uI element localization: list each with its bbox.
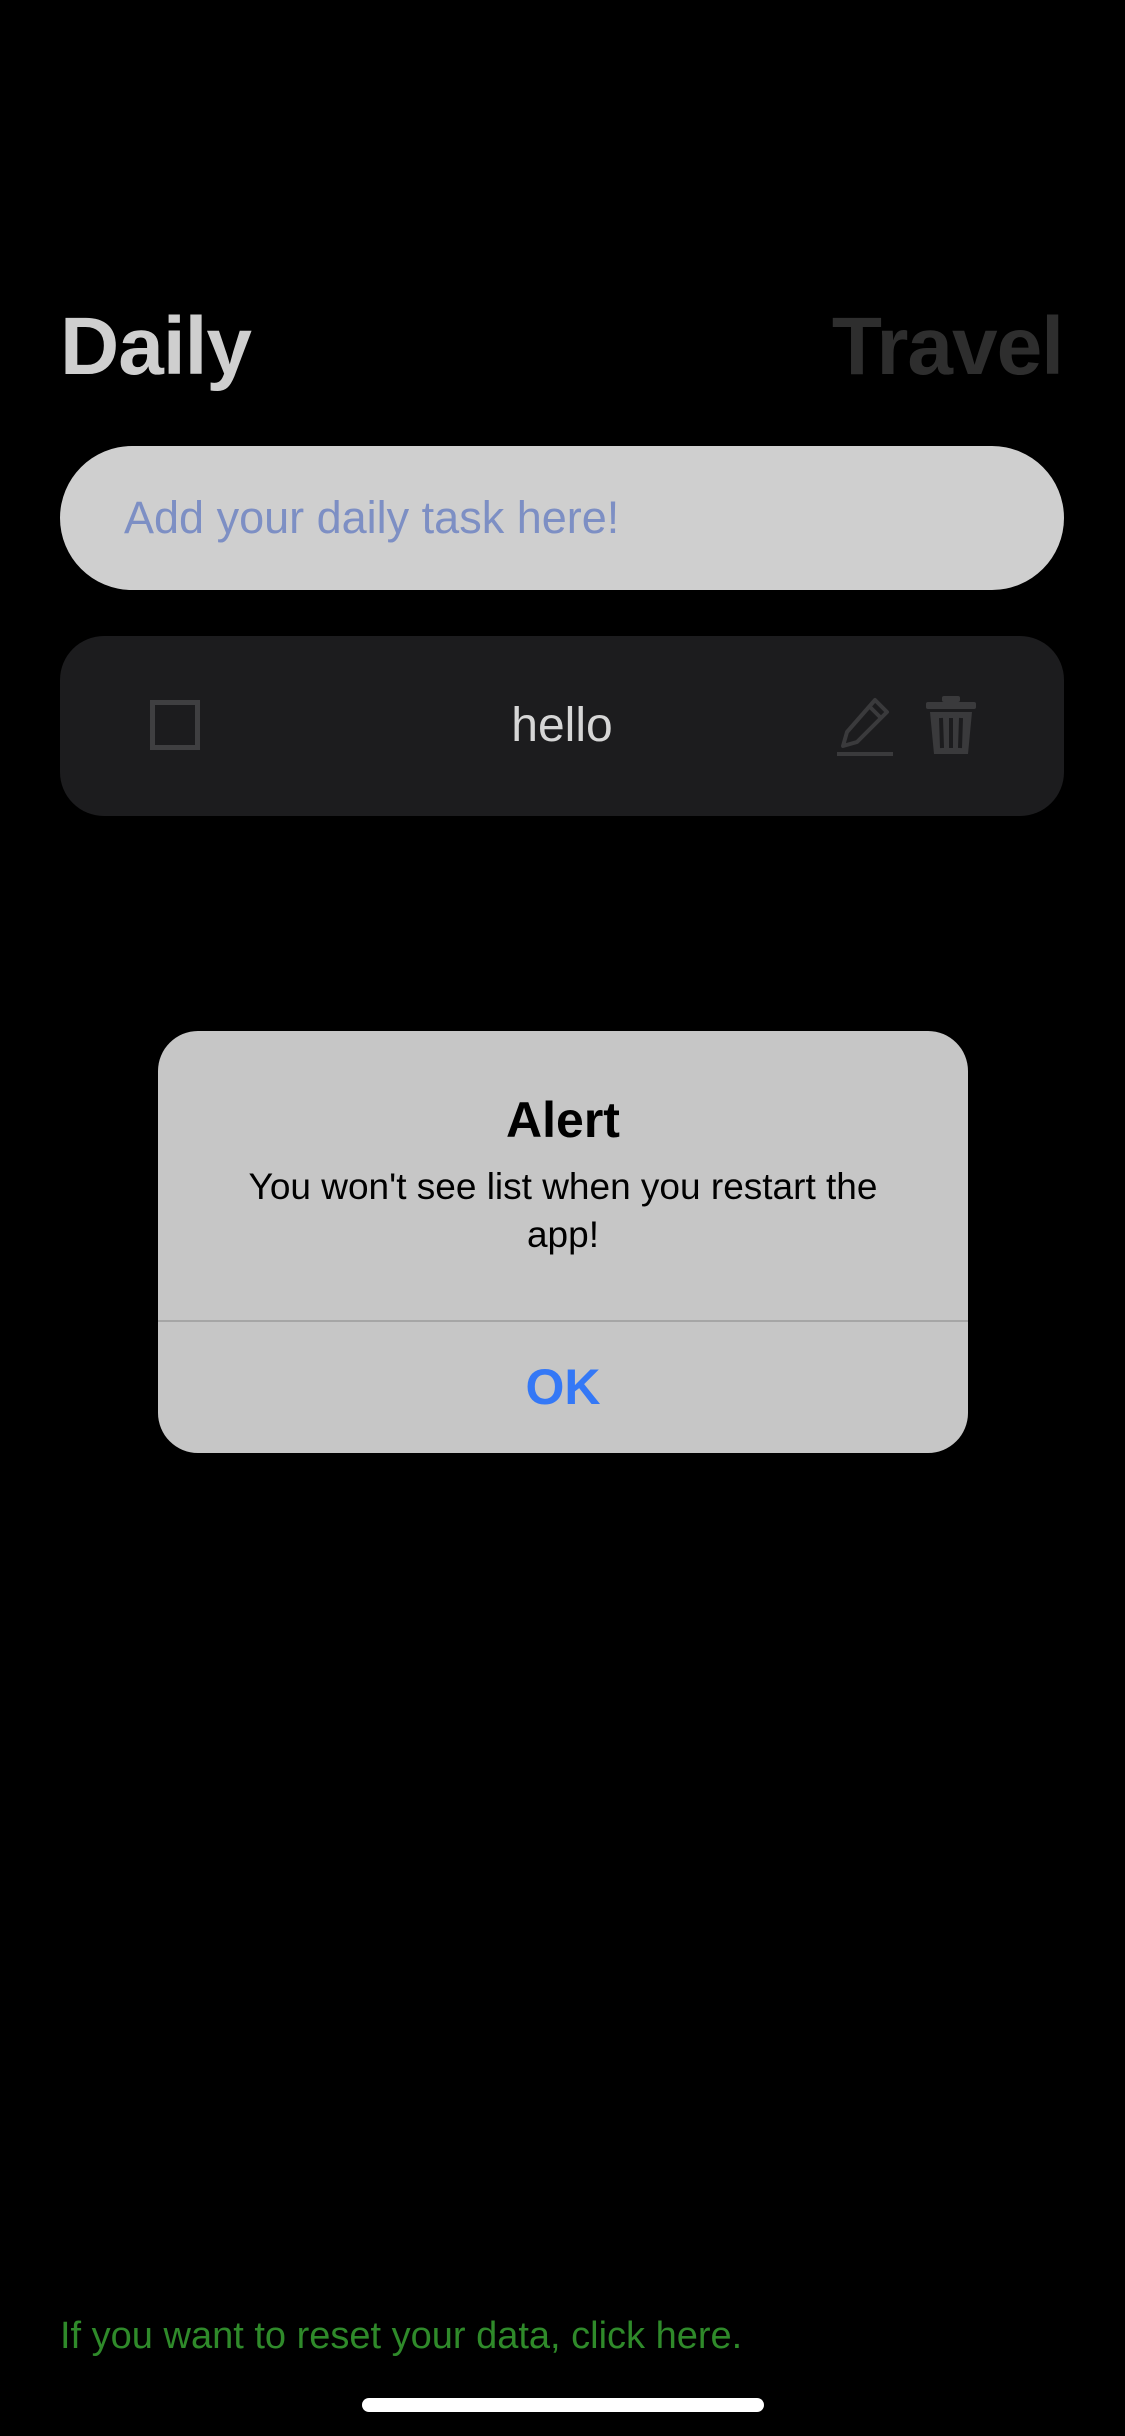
- pencil-icon[interactable]: [835, 694, 895, 758]
- app-screen: Daily Travel hello Alert You: [0, 0, 1125, 2436]
- task-item: hello: [60, 636, 1064, 816]
- alert-message: You won't see list when you restart the …: [248, 1166, 878, 1255]
- alert-ok-button[interactable]: OK: [158, 1322, 968, 1453]
- reset-data-link[interactable]: If you want to reset your data, click he…: [60, 2315, 742, 2358]
- task-text: hello: [511, 699, 613, 752]
- tab-daily[interactable]: Daily: [60, 300, 252, 394]
- home-indicator: [362, 2398, 764, 2412]
- task-input-container: [60, 446, 1064, 590]
- task-input[interactable]: [122, 491, 1064, 545]
- trash-icon[interactable]: [924, 694, 978, 756]
- alert-dialog: Alert You won't see list when you restar…: [158, 1031, 968, 1453]
- tab-travel[interactable]: Travel: [832, 300, 1064, 394]
- alert-title: Alert: [506, 1092, 620, 1148]
- task-checkbox[interactable]: [150, 700, 200, 750]
